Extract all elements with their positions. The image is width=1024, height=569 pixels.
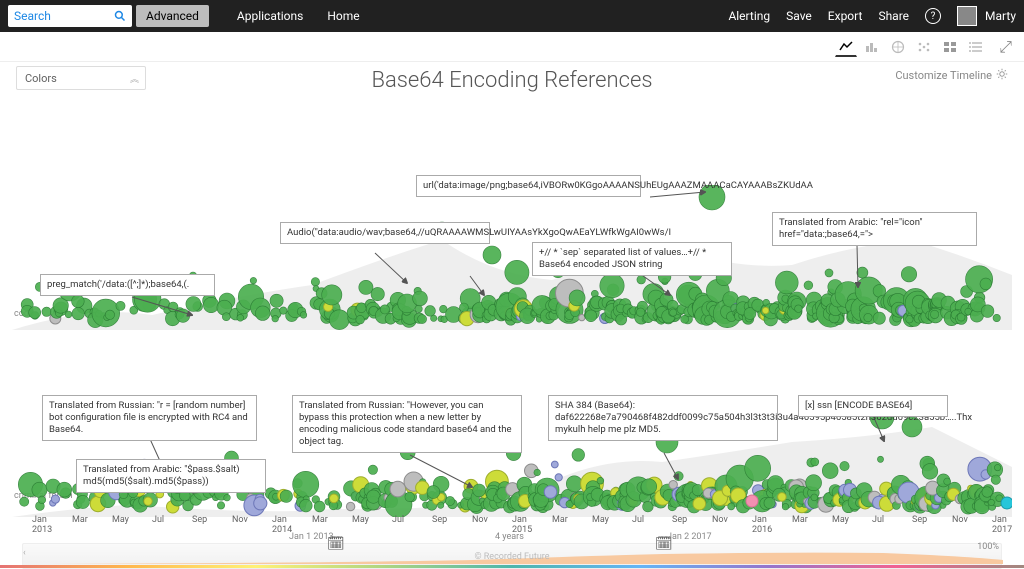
view-list-icon[interactable] bbox=[965, 37, 987, 57]
annotation-sha: SHA 384 (Base64): daf622268e7a790468f482… bbox=[548, 395, 778, 441]
nav-share[interactable]: Share bbox=[878, 9, 909, 23]
user-name: Marty bbox=[985, 9, 1016, 23]
avatar[interactable] bbox=[957, 6, 977, 26]
annotation-arabic1: Translated from Arabic: "$pass.$salt) md… bbox=[76, 459, 266, 493]
annotation-audio: Audio("data:audio/wav;base64,//uQRAAAAWM… bbox=[280, 222, 490, 244]
annotation-rus2: Translated from Russian: "However, you c… bbox=[292, 395, 522, 453]
view-timeline-icon[interactable] bbox=[835, 37, 857, 57]
annotation-arabic2: Translated from Arabic: "rel="icon" href… bbox=[772, 212, 977, 246]
nav-save[interactable]: Save bbox=[786, 9, 812, 23]
nav-export[interactable]: Export bbox=[828, 9, 863, 23]
view-network-icon[interactable] bbox=[913, 37, 935, 57]
page-title: Base64 Encoding References bbox=[12, 68, 1012, 93]
help-icon[interactable]: ? bbox=[925, 8, 941, 24]
expand-icon[interactable]: ⤢ bbox=[999, 37, 1012, 57]
timeline-chart[interactable]: code criminal forum preg_match('/data:([… bbox=[12, 97, 1012, 557]
colors-dropdown[interactable]: Colors︽ bbox=[16, 66, 146, 90]
nav-alerting[interactable]: Alerting bbox=[728, 9, 770, 23]
gear-icon bbox=[996, 68, 1008, 83]
annotation-preg: preg_match('/data:([^;]*);base64,(. bbox=[40, 274, 215, 296]
annotation-url: url('data:image/png;base64,iVBORw0KGgoAA… bbox=[416, 175, 641, 197]
view-globe-icon[interactable] bbox=[887, 37, 909, 57]
view-bars-icon[interactable] bbox=[861, 37, 883, 57]
nav-home[interactable]: Home bbox=[315, 9, 371, 23]
customize-timeline[interactable]: Customize Timeline bbox=[895, 68, 1008, 83]
advanced-button[interactable]: Advanced bbox=[136, 5, 209, 27]
view-grid-icon[interactable] bbox=[939, 37, 961, 57]
search-input[interactable] bbox=[8, 5, 108, 27]
nav-applications[interactable]: Applications bbox=[225, 9, 315, 23]
search-icon[interactable] bbox=[108, 5, 132, 27]
annotation-ssn: [x] ssn [ENCODE BASE64] bbox=[798, 395, 948, 417]
annotation-rus1: Translated from Russian: "r = [random nu… bbox=[42, 395, 257, 441]
chevron-updown-icon: ︽ bbox=[130, 72, 137, 85]
annotation-sep: +// * `sep` separated list of values…+//… bbox=[532, 242, 732, 276]
